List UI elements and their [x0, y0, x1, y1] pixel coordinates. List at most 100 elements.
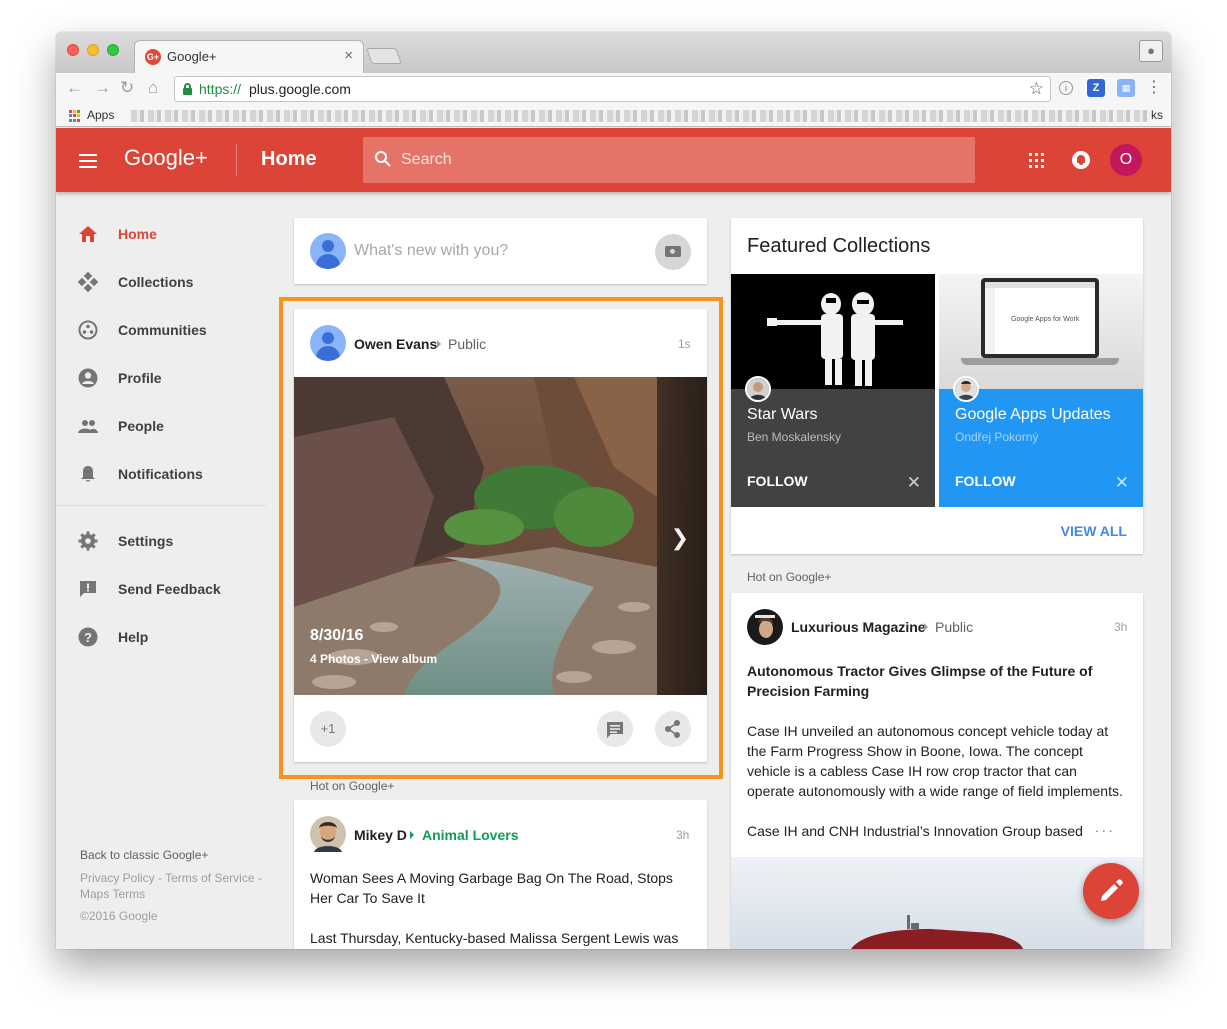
extension-z-icon[interactable]: Z: [1087, 79, 1105, 97]
post-visibility[interactable]: Public: [448, 336, 486, 352]
profile-icon: [78, 368, 98, 388]
back-arrow-icon[interactable]: ←: [66, 79, 83, 97]
compose-fab-button[interactable]: [1083, 863, 1139, 919]
dismiss-x-icon[interactable]: ✕: [1115, 473, 1129, 493]
post-author[interactable]: Luxurious Magazine: [791, 619, 926, 635]
sidebar-item-label: Collections: [118, 274, 194, 290]
address-bar[interactable]: https:// plus.google.com ☆: [174, 76, 1051, 102]
collection-owner: Ondřej Pokorný: [955, 430, 1039, 444]
tab-close-icon[interactable]: ×: [344, 47, 353, 64]
my-avatar: [310, 233, 346, 269]
post-body: Last Thursday, Kentucky-based Malissa Se…: [310, 930, 679, 946]
communities-icon: [78, 320, 98, 340]
compose-placeholder[interactable]: What's new with you?: [354, 242, 508, 260]
plus-one-button[interactable]: +1: [310, 711, 346, 747]
collection-owner-avatar: [745, 376, 771, 402]
search-box[interactable]: [363, 137, 975, 183]
collection-owner-avatar: [953, 376, 979, 402]
sidebar-item-help[interactable]: ? Help: [56, 613, 266, 661]
app-header: Google+ Home O: [56, 128, 1171, 192]
sidebar-item-settings[interactable]: Settings: [56, 517, 266, 565]
section-hot-on-google-plus: Hot on Google+: [747, 570, 832, 584]
browser-tab[interactable]: G+ Google+ ×: [134, 40, 364, 74]
pencil-icon: [1101, 879, 1123, 901]
post-time[interactable]: 1s: [678, 337, 691, 351]
forward-arrow-icon[interactable]: →: [94, 79, 111, 97]
sidebar-item-notifications[interactable]: Notifications: [56, 450, 266, 498]
avatar[interactable]: [747, 609, 783, 645]
photo-album[interactable]: ❯ 8/30/16 4 Photos - View album: [294, 377, 707, 695]
classic-link[interactable]: Back to classic Google+: [80, 848, 270, 862]
url-scheme: https://: [199, 81, 242, 97]
sidebar-item-home[interactable]: Home: [56, 210, 266, 258]
bookmark-star-icon[interactable]: ☆: [1029, 79, 1044, 99]
share-arrow-icon: [924, 623, 928, 631]
dismiss-x-icon[interactable]: ✕: [907, 473, 921, 493]
follow-button[interactable]: FOLLOW: [747, 473, 808, 489]
extension-info-icon[interactable]: i: [1059, 81, 1073, 95]
new-tab-button[interactable]: [366, 48, 402, 64]
sidebar-item-send-feedback[interactable]: Send Feedback: [56, 565, 266, 613]
collection-tile-star-wars[interactable]: Star Wars Ben Moskalensky FOLLOW ✕: [731, 274, 935, 507]
view-album-link[interactable]: 4 Photos - View album: [310, 652, 437, 666]
tractor-photo[interactable]: [731, 857, 1143, 949]
help-icon: ?: [78, 627, 98, 647]
comment-button[interactable]: [597, 711, 633, 747]
google-plus-logo[interactable]: Google+: [124, 145, 208, 171]
bookmark-apps[interactable]: Apps: [87, 108, 114, 122]
sidebar-item-communities[interactable]: Communities: [56, 306, 266, 354]
share-icon: [665, 720, 680, 738]
url-host: plus.google.com: [249, 81, 351, 97]
collection-info: Google Apps Updates Ondřej Pokorný FOLLO…: [939, 389, 1143, 507]
sidebar-item-people[interactable]: People: [56, 402, 266, 450]
zoom-window-button[interactable]: [107, 44, 119, 56]
extension-window-icon[interactable]: ▦: [1117, 79, 1135, 97]
share-arrow-icon: [437, 340, 441, 348]
lock-icon: [183, 83, 192, 95]
sidebar-item-label: Help: [118, 629, 149, 645]
star-wars-collection-image: [731, 274, 935, 389]
post-author[interactable]: Mikey D: [354, 827, 407, 843]
search-input[interactable]: [401, 137, 961, 183]
laptop-base: [961, 358, 1119, 365]
post-visibility[interactable]: Public: [935, 619, 973, 635]
collection-name: Star Wars: [747, 406, 818, 423]
chrome-menu-icon[interactable]: ⋮: [1145, 79, 1163, 97]
compose-card[interactable]: What's new with you?: [294, 218, 707, 284]
home-icon: [79, 226, 97, 242]
follow-button[interactable]: FOLLOW: [955, 473, 1016, 489]
home-button-icon[interactable]: ⌂: [148, 79, 158, 97]
post-time[interactable]: 3h: [676, 828, 689, 842]
view-all-link[interactable]: VIEW ALL: [1061, 523, 1127, 539]
featured-collections-card: Featured Collections Star Wars Ben Moska…: [731, 218, 1143, 554]
minimize-window-button[interactable]: [87, 44, 99, 56]
blurred-bookmarks: [131, 110, 1151, 122]
close-window-button[interactable]: [67, 44, 79, 56]
sidebar-item-profile[interactable]: Profile: [56, 354, 266, 402]
avatar[interactable]: [310, 816, 346, 852]
sidebar-item-label: Notifications: [118, 466, 203, 482]
apps-grid-icon: [69, 110, 81, 122]
post-community[interactable]: Animal Lovers: [422, 827, 518, 843]
camera-icon[interactable]: [655, 234, 691, 270]
notifications-bell-icon[interactable]: [1072, 151, 1090, 169]
avatar[interactable]: [310, 325, 346, 361]
legal-links[interactable]: Privacy Policy - Terms of Service - Maps…: [80, 870, 270, 902]
sidebar-item-label: Settings: [118, 533, 174, 549]
post-time[interactable]: 3h: [1114, 620, 1127, 634]
profile-user-icon[interactable]: ●: [1139, 40, 1163, 62]
post-author[interactable]: Owen Evans: [354, 336, 437, 352]
collection-info: Star Wars Ben Moskalensky FOLLOW ✕: [731, 389, 935, 507]
sidebar-item-collections[interactable]: Collections: [56, 258, 266, 306]
chevron-right-icon[interactable]: ❯: [671, 525, 689, 551]
reload-icon[interactable]: ↻: [120, 79, 134, 97]
collection-tile-google-apps-updates[interactable]: Google Apps for Work Google Apps Updates…: [939, 274, 1143, 507]
apps-launcher-icon[interactable]: [1029, 153, 1044, 168]
gear-icon: [78, 531, 98, 551]
share-button[interactable]: [655, 711, 691, 747]
hamburger-menu-icon[interactable]: [79, 154, 97, 168]
tab-title: Google+: [167, 49, 217, 64]
account-avatar[interactable]: O: [1110, 144, 1142, 176]
bookmark-overflow-label[interactable]: ks: [1151, 108, 1163, 122]
read-more-ellipsis[interactable]: ...: [1095, 819, 1116, 835]
